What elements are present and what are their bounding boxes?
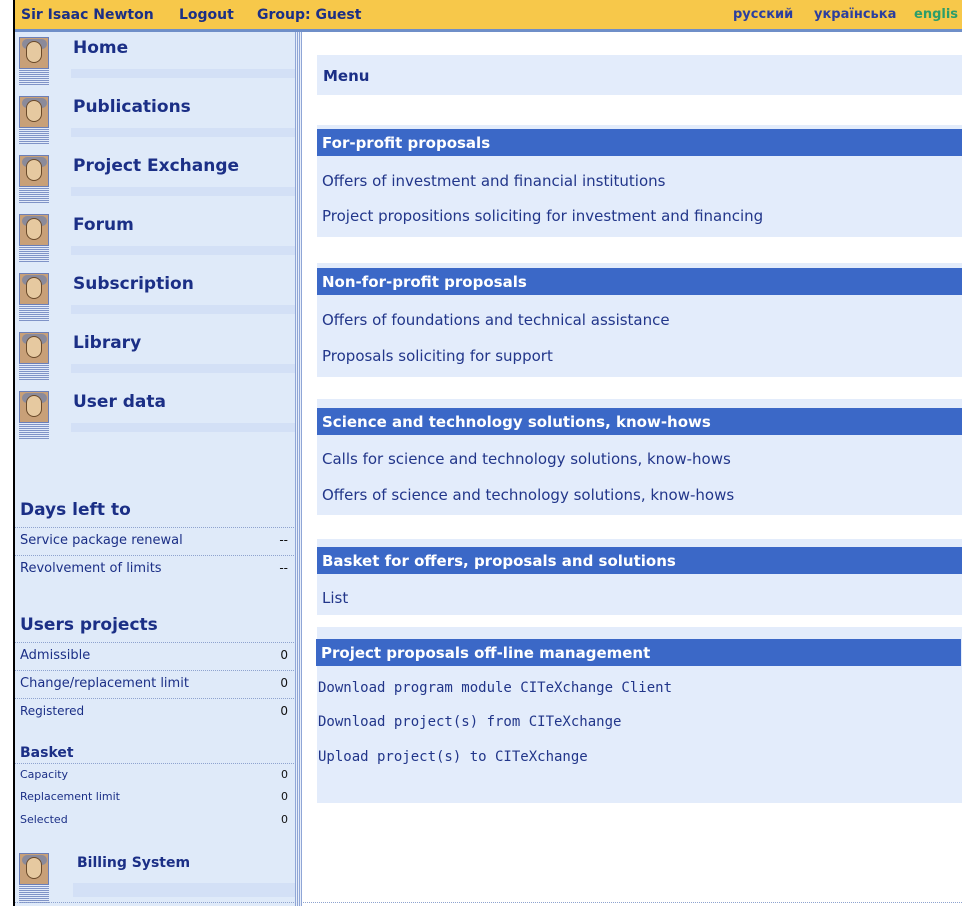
nav-forum[interactable]: Forum <box>15 209 295 268</box>
pattern-decoration <box>19 423 49 439</box>
newton-portrait-icon <box>19 332 49 364</box>
nav-user-data-label[interactable]: User data <box>73 392 166 412</box>
menu-link[interactable]: Offers of science and technology solutio… <box>322 486 734 504</box>
newton-portrait-icon <box>19 155 49 187</box>
nav-project-exchange[interactable]: Project Exchange <box>15 150 295 209</box>
nav-project-exchange-label[interactable]: Project Exchange <box>73 156 239 176</box>
newton-portrait-icon <box>19 96 49 128</box>
nav-subscription[interactable]: Subscription <box>15 268 295 327</box>
nav-billing-system-label[interactable]: Billing System <box>77 855 190 871</box>
newton-portrait-icon <box>19 391 49 423</box>
section-header: For-profit proposals <box>317 129 962 156</box>
lang-en-link[interactable]: englis <box>914 7 958 22</box>
menu-link[interactable]: Upload project(s) to CITeXchange <box>318 749 588 765</box>
nav-user-data[interactable]: User data <box>15 386 295 445</box>
pattern-decoration <box>19 246 49 262</box>
sidebar: Home Publications Project Exchange Forum… <box>15 32 295 906</box>
menu-link[interactable]: Download project(s) from CITeXchange <box>318 714 621 730</box>
section-header: Science and technology solutions, know-h… <box>317 408 962 435</box>
pattern-decoration <box>19 187 49 203</box>
basket-row: Capacity 0 <box>15 763 294 787</box>
menu-link[interactable]: Download program module CITeXchange Clie… <box>318 680 672 696</box>
users-projects-row: Change/replacement limit 0 <box>15 670 294 697</box>
basket-row: Selected 0 <box>20 813 288 826</box>
nav-forum-label[interactable]: Forum <box>73 215 134 235</box>
nav-publications-label[interactable]: Publications <box>73 97 191 117</box>
pattern-decoration <box>19 885 49 903</box>
nav-subscription-label[interactable]: Subscription <box>73 274 194 294</box>
menu-link[interactable]: Calls for science and technology solutio… <box>322 450 731 468</box>
nav-library-label[interactable]: Library <box>73 333 141 353</box>
days-left-row: Revolvement of limits -- <box>15 555 294 582</box>
main-menu-panel: Menu For-profit proposals Offers of inve… <box>316 55 962 803</box>
logout-link[interactable]: Logout <box>179 7 234 23</box>
pattern-decoration <box>19 364 49 380</box>
pattern-decoration <box>19 128 49 144</box>
nav-library[interactable]: Library <box>15 327 295 386</box>
sidebar-divider <box>295 32 302 906</box>
menu-link[interactable]: Project propositions soliciting for inve… <box>322 207 763 225</box>
nav-billing-system[interactable]: Billing System <box>15 848 295 906</box>
pattern-decoration <box>19 69 49 85</box>
section-header: Project proposals off-line management <box>316 639 961 666</box>
users-projects-row: Registered 0 <box>15 698 294 725</box>
group-label: Group: Guest <box>257 7 362 23</box>
users-projects-title: Users projects <box>20 615 158 635</box>
days-left-row: Service package renewal -- <box>15 527 294 554</box>
section-header: Basket for offers, proposals and solutio… <box>317 547 962 574</box>
bottom-divider <box>15 902 962 903</box>
lang-uk-link[interactable]: українська <box>814 7 896 22</box>
nav-home[interactable]: Home <box>15 32 295 91</box>
user-name-link[interactable]: Sir Isaac Newton <box>21 7 154 23</box>
days-left-title: Days left to <box>20 500 131 520</box>
menu-link[interactable]: Offers of foundations and technical assi… <box>322 311 670 329</box>
newton-portrait-icon <box>19 214 49 246</box>
nav-publications[interactable]: Publications <box>15 91 295 150</box>
menu-link[interactable]: Proposals soliciting for support <box>322 347 553 365</box>
menu-link[interactable]: List <box>322 589 348 607</box>
menu-link[interactable]: Offers of investment and financial insti… <box>322 172 665 190</box>
menu-title: Menu <box>323 67 370 85</box>
nav-home-label[interactable]: Home <box>73 38 128 58</box>
pattern-decoration <box>19 305 49 321</box>
menu-header: Menu <box>317 55 962 95</box>
basket-row: Replacement limit 0 <box>20 790 288 803</box>
basket-title: Basket <box>20 745 74 761</box>
newton-portrait-icon <box>19 37 49 69</box>
users-projects-row: Admissible 0 <box>15 642 294 669</box>
newton-portrait-icon <box>19 853 49 885</box>
newton-portrait-icon <box>19 273 49 305</box>
section-header: Non-for-profit proposals <box>317 268 962 295</box>
lang-ru-link[interactable]: русский <box>733 7 793 22</box>
top-bar: Sir Isaac Newton Logout Group: Guest рус… <box>15 0 962 32</box>
